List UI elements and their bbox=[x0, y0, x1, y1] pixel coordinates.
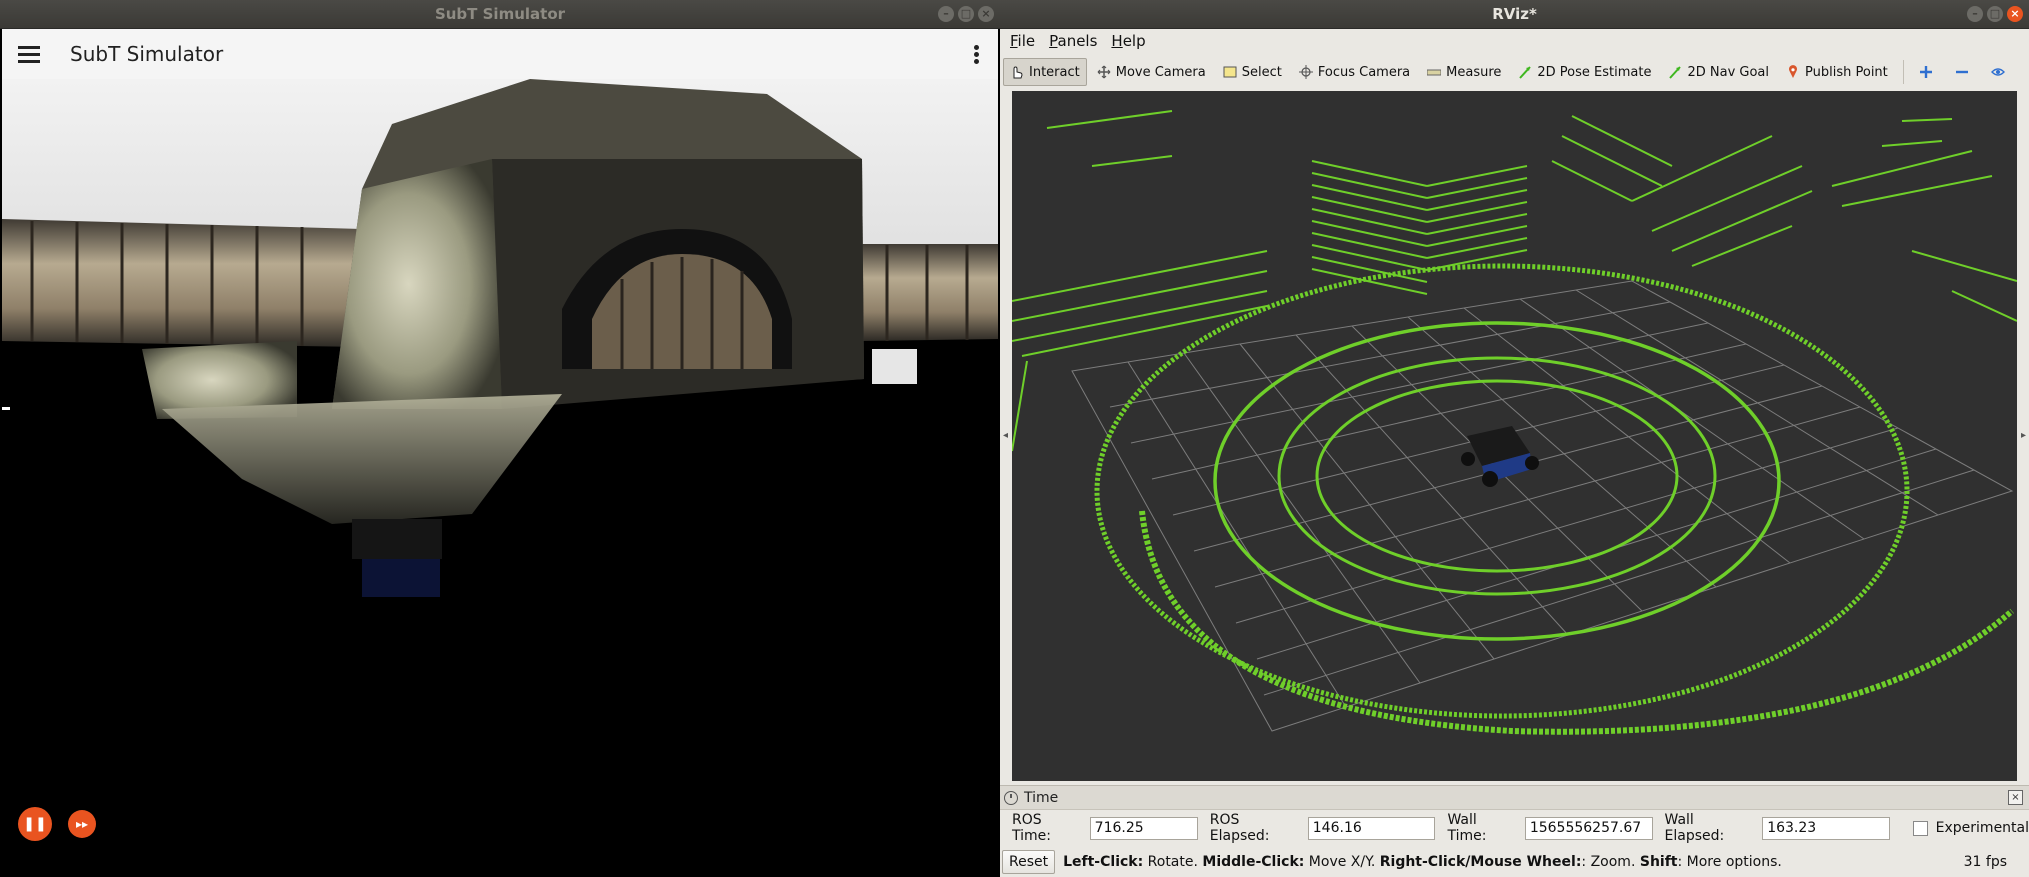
status-bar: Reset Left-Click: Rotate. Middle-Click: … bbox=[1000, 848, 2029, 876]
ros-elapsed-label: ROS Elapsed: bbox=[1209, 812, 1270, 844]
ground-grid bbox=[1071, 280, 2014, 732]
tool-select[interactable]: Select bbox=[1216, 58, 1289, 86]
fps-counter: 31 fps bbox=[1963, 854, 2007, 870]
menu-file[interactable]: File bbox=[1010, 32, 1035, 50]
maximize-icon[interactable]: □ bbox=[958, 6, 974, 22]
ros-time-field[interactable]: 716.25 bbox=[1089, 816, 1198, 840]
minimize-icon[interactable]: – bbox=[1967, 6, 1983, 22]
subt-simulator-window: SubT Simulator – □ × SubT Simulator ❚❚ ▸… bbox=[0, 0, 1000, 877]
tool-move-camera[interactable]: Move Camera bbox=[1090, 58, 1213, 86]
add-tool-button[interactable] bbox=[1912, 58, 1945, 86]
rviz-window-title: RViz* bbox=[1492, 5, 1537, 23]
laser-scan-view bbox=[1012, 110, 2017, 735]
green-arrow-icon bbox=[1518, 65, 1532, 79]
right-dock-arrow-icon[interactable]: ▸ bbox=[2021, 430, 2026, 441]
menu-bar: File Panels Help bbox=[1000, 29, 2029, 53]
subt-window-buttons: – □ × bbox=[938, 6, 994, 22]
tool-measure[interactable]: Measure bbox=[1420, 58, 1508, 86]
tool-2d-pose-estimate[interactable]: 2D Pose Estimate bbox=[1511, 58, 1658, 86]
move-arrows-icon bbox=[1097, 65, 1111, 79]
hand-pointer-icon bbox=[1010, 65, 1024, 79]
mouse-hint: Left-Click: Rotate. Middle-Click: Move X… bbox=[1063, 854, 1782, 870]
subt-window-title: SubT Simulator bbox=[434, 5, 566, 23]
rviz-window: RViz* – □ × File Panels Help Interact Mo… bbox=[1000, 0, 2029, 877]
close-icon[interactable]: × bbox=[978, 6, 994, 22]
eye-icon bbox=[1990, 65, 2005, 79]
tool-2d-nav-goal[interactable]: 2D Nav Goal bbox=[1661, 58, 1776, 86]
rviz-titlebar: RViz* – □ × bbox=[1000, 0, 2029, 29]
time-panel-fields: ROS Time: 716.25 ROS Elapsed: 146.16 Wal… bbox=[1000, 812, 2029, 844]
tool-interact[interactable]: Interact bbox=[1003, 58, 1087, 86]
wall-elapsed-field[interactable]: 163.23 bbox=[1762, 816, 1890, 840]
ros-elapsed-field[interactable]: 146.16 bbox=[1307, 816, 1436, 840]
tunnel-scene bbox=[2, 79, 998, 875]
experimental-checkbox[interactable] bbox=[1912, 820, 1928, 836]
wall-time-label: Wall Time: bbox=[1447, 812, 1487, 844]
view-options-button[interactable] bbox=[1984, 58, 2017, 86]
wall-elapsed-label: Wall Elapsed: bbox=[1664, 812, 1725, 844]
more-options-icon[interactable] bbox=[974, 43, 980, 66]
fast-forward-button[interactable]: ▸▸ bbox=[68, 810, 96, 838]
select-box-icon bbox=[1223, 65, 1237, 79]
time-panel-header: Time × bbox=[1000, 785, 2029, 810]
rviz-window-buttons: – □ × bbox=[1967, 6, 2023, 22]
close-icon[interactable]: × bbox=[2007, 6, 2023, 22]
simulation-3d-view[interactable]: ❚❚ ▸▸ bbox=[2, 79, 998, 875]
laser-rings bbox=[1094, 263, 2014, 735]
fast-forward-icon: ▸▸ bbox=[75, 817, 89, 831]
reset-button[interactable]: Reset bbox=[1002, 850, 1056, 874]
experimental-label: Experimental bbox=[1935, 820, 2029, 836]
tool-focus-camera[interactable]: Focus Camera bbox=[1292, 58, 1417, 86]
focus-crosshair-icon bbox=[1298, 65, 1313, 79]
pause-button[interactable]: ❚❚ bbox=[18, 807, 52, 841]
laser-walls bbox=[1012, 110, 2017, 452]
left-dock-arrow-icon[interactable]: ◂ bbox=[1003, 430, 1008, 441]
minus-icon bbox=[1955, 65, 1969, 79]
rviz-3d-viewport[interactable] bbox=[1012, 91, 2017, 781]
wall-time-field[interactable]: 1565556257.67 bbox=[1524, 816, 1653, 840]
time-panel-title: Time bbox=[1024, 789, 1059, 806]
minimize-icon[interactable]: – bbox=[938, 6, 954, 22]
menu-help[interactable]: Help bbox=[1111, 32, 1145, 50]
menu-panels[interactable]: Panels bbox=[1049, 32, 1097, 50]
plus-icon bbox=[1919, 65, 1933, 79]
map-pin-icon bbox=[1786, 65, 1800, 79]
pause-icon: ❚❚ bbox=[23, 816, 47, 832]
close-icon[interactable]: × bbox=[2008, 790, 2023, 805]
maximize-icon[interactable]: □ bbox=[1987, 6, 2003, 22]
green-arrow-icon bbox=[1668, 65, 1682, 79]
clock-icon bbox=[1004, 790, 1018, 805]
ruler-icon bbox=[1426, 65, 1442, 79]
tool-publish-point[interactable]: Publish Point bbox=[1779, 58, 1895, 86]
tool-bar: Interact Move Camera Select Focus Camera… bbox=[1000, 55, 2029, 89]
subt-titlebar: SubT Simulator – □ × bbox=[0, 0, 1000, 29]
app-title: SubT Simulator bbox=[70, 42, 224, 66]
toolbar-separator bbox=[1902, 60, 1904, 84]
hamburger-menu-icon[interactable] bbox=[18, 42, 40, 67]
remove-tool-button[interactable] bbox=[1948, 58, 1981, 86]
subt-app-bar: SubT Simulator bbox=[2, 29, 998, 80]
ros-time-label: ROS Time: bbox=[1012, 812, 1051, 844]
